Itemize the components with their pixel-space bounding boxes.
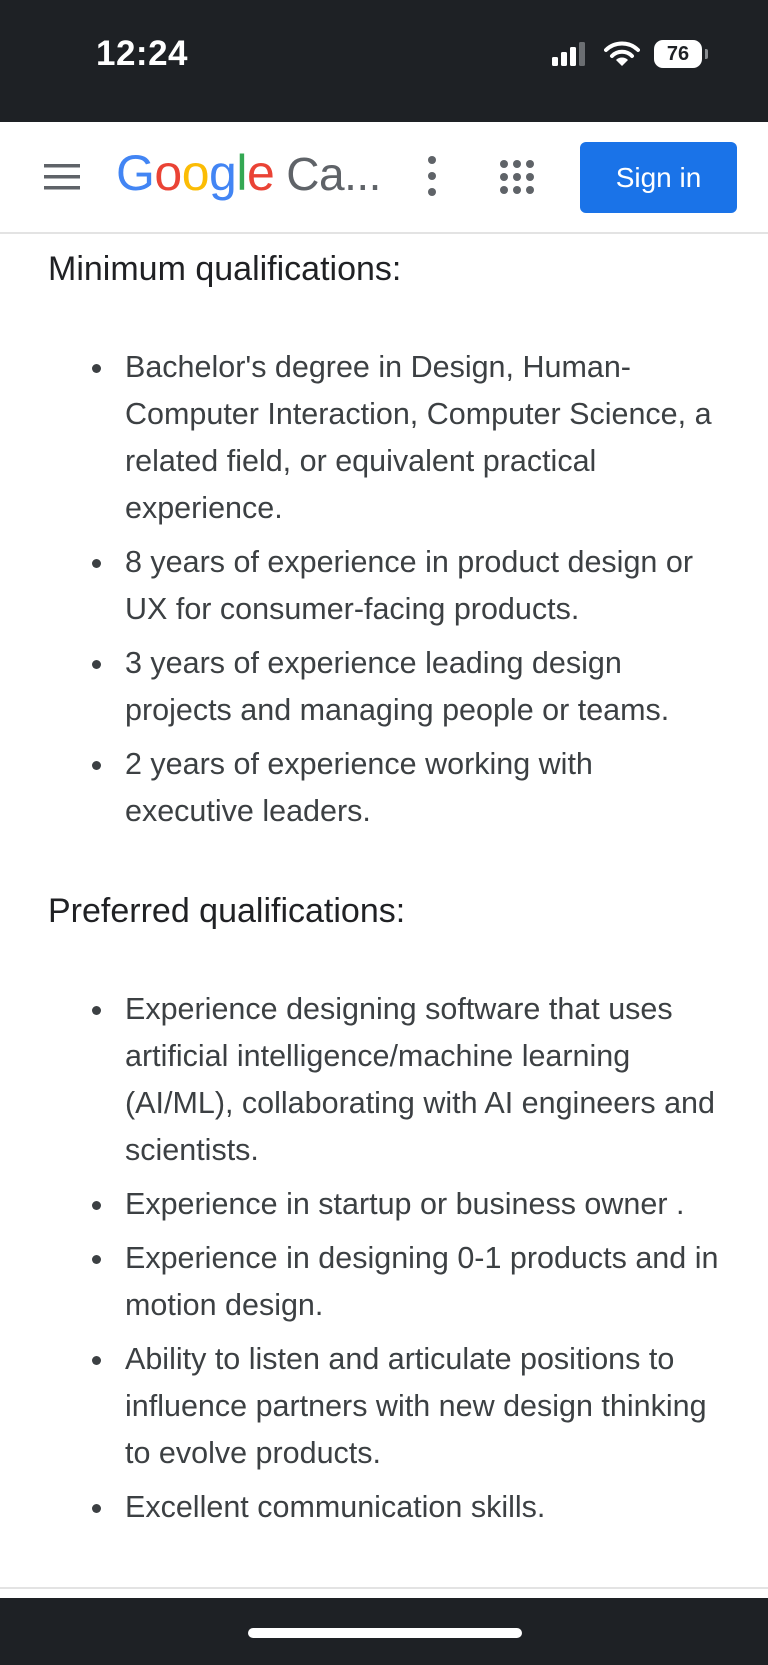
preferred-qualifications-list: Experience designing software that uses … xyxy=(0,986,725,1538)
home-indicator[interactable] xyxy=(248,1628,522,1638)
page-divider xyxy=(0,1587,768,1589)
preferred-qualifications-heading: Preferred qualifications: xyxy=(48,892,406,930)
status-bar: 12:24 76 xyxy=(0,0,768,122)
minimum-qualifications-heading: Minimum qualifications: xyxy=(48,250,402,288)
list-item: 2 years of experience working with execu… xyxy=(92,741,725,835)
logo-letter: g xyxy=(209,145,237,201)
apps-grid-icon[interactable] xyxy=(499,159,535,195)
google-careers-logo[interactable]: Google Ca... xyxy=(116,144,381,202)
status-time: 12:24 xyxy=(96,34,189,73)
signal-icon xyxy=(552,42,585,66)
list-item: Experience in startup or business owner … xyxy=(92,1181,725,1228)
list-item: 8 years of experience in product design … xyxy=(92,539,725,633)
list-item: Experience designing software that uses … xyxy=(92,986,725,1174)
logo-letter: G xyxy=(116,145,155,201)
list-item: Experience in designing 0-1 products and… xyxy=(92,1235,725,1329)
app-bar: Google Ca... Sign in xyxy=(0,122,768,234)
list-item: Bachelor's degree in Design, Human-Compu… xyxy=(92,344,725,532)
sign-in-button[interactable]: Sign in xyxy=(580,142,737,213)
minimum-qualifications-list: Bachelor's degree in Design, Human-Compu… xyxy=(0,344,725,842)
list-item: Excellent communication skills. xyxy=(92,1484,725,1531)
logo-product-name: Ca... xyxy=(286,148,381,200)
battery-icon: 76 xyxy=(654,40,708,68)
list-item: Ability to listen and articulate positio… xyxy=(92,1336,725,1477)
battery-level: 76 xyxy=(666,42,690,65)
logo-letter: o xyxy=(181,145,210,201)
logo-letter: l xyxy=(236,145,247,201)
logo-letter: e xyxy=(246,145,275,201)
more-vert-icon[interactable] xyxy=(418,154,446,198)
wifi-icon xyxy=(604,41,640,66)
menu-icon[interactable] xyxy=(44,164,80,190)
bottom-bar xyxy=(0,1598,768,1665)
list-item: 3 years of experience leading design pro… xyxy=(92,640,725,734)
status-icons: 76 xyxy=(552,40,708,68)
logo-letter: o xyxy=(154,145,182,201)
